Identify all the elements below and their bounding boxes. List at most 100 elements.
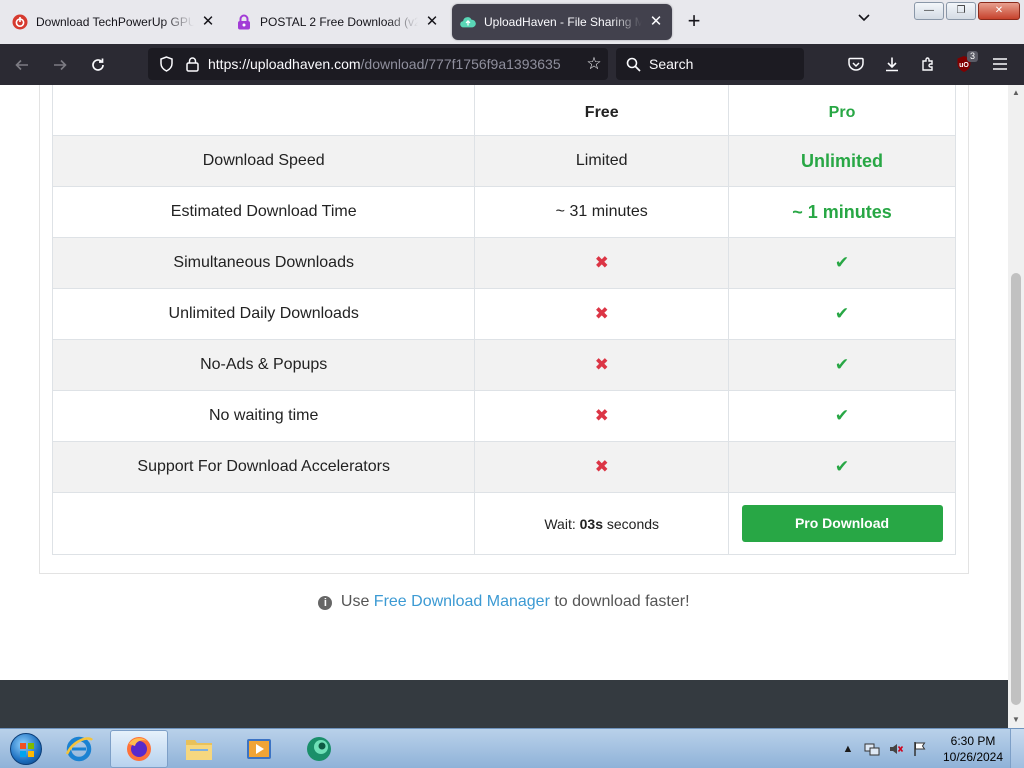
tab-gpuz[interactable]: Download TechPowerUp GPU-Z ✕ [4,4,224,40]
page-viewport: Free Pro Download Speed Limited Unlimite… [0,85,1008,728]
system-tray: ▲ 6:30 PM 10/26/2024 [836,729,1024,768]
feature-label: Simultaneous Downloads [51,237,476,289]
scroll-up-arrow-icon[interactable]: ▲ [1008,85,1024,101]
lock-icon[interactable] [182,54,202,74]
restore-button[interactable]: ❐ [946,2,976,20]
pro-cell: ✔ [728,237,956,289]
tab-strip: Download TechPowerUp GPU-Z ✕ POSTAL 2 Fr… [0,0,1024,44]
hint-suffix: to download faster! [554,593,690,610]
feature-label: Estimated Download Time [51,186,476,238]
tab-title: POSTAL 2 Free Download (v2.0) [260,15,418,29]
downloads-icon[interactable] [876,48,908,80]
cross-icon: ✖ [594,253,609,272]
close-window-button[interactable]: ✕ [978,2,1020,20]
free-column-header: Free [474,85,730,136]
feature-label: Download Speed [51,135,476,187]
feature-column-header [51,85,476,136]
shield-icon[interactable] [156,54,176,74]
search-placeholder: Search [649,56,694,72]
minimize-button[interactable]: — [914,2,944,20]
url-path: /download/777f1756f9a1393635 [360,56,561,72]
free-cell: ✖ [474,441,730,493]
url-text[interactable]: https://uploadhaven.com/download/777f175… [208,56,580,72]
tab-postal2[interactable]: POSTAL 2 Free Download (v2.0) ✕ [228,4,448,40]
volume-muted-icon[interactable] [887,740,905,758]
show-desktop-button[interactable] [1010,729,1024,768]
pocket-icon[interactable] [840,48,872,80]
free-value: Limited [474,135,730,187]
reload-icon [92,58,104,71]
reload-button[interactable] [82,49,114,81]
pro-download-cell: Pro Download [728,492,956,555]
taskbar-file-explorer[interactable] [170,730,228,768]
table-row: Estimated Download Time ~ 31 minutes ~ 1… [51,186,956,238]
pro-column-header: Pro [728,85,956,136]
taskbar-media-player[interactable] [230,730,288,768]
extensions-icon[interactable] [912,48,944,80]
free-download-manager-link[interactable]: Free Download Manager [374,593,550,610]
download-actions-row: Wait: 03s seconds Pro Download [51,492,956,555]
navigation-toolbar: https://uploadhaven.com/download/777f175… [0,44,1024,85]
pro-value: Unlimited [728,135,956,187]
arrow-right-icon [54,59,67,70]
checkmark-icon: ✔ [834,406,850,425]
arrow-left-icon [15,59,28,70]
free-value: ~ 31 minutes [474,186,730,238]
search-input[interactable]: Search [616,48,804,80]
empty-cell [51,492,476,555]
new-tab-button[interactable]: + [678,6,710,38]
url-bar[interactable]: https://uploadhaven.com/download/777f175… [148,48,608,80]
wait-timer: Wait: 03s seconds [474,492,730,555]
cross-icon: ✖ [594,406,609,425]
show-hidden-icons-icon[interactable]: ▲ [839,740,857,758]
close-icon[interactable]: ✕ [424,14,440,30]
table-row: Simultaneous Downloads ✖ ✔ [51,237,956,289]
scroll-thumb[interactable] [1011,273,1021,705]
taskbar-app[interactable] [290,730,348,768]
clock-date: 10/26/2024 [942,750,1004,764]
feature-label: No-Ads & Popups [51,339,476,391]
cross-icon: ✖ [594,355,609,374]
clock-time: 6:30 PM [950,734,996,748]
window-controls: — ❐ ✕ [914,2,1020,20]
cross-icon: ✖ [594,304,609,323]
url-host: https://uploadhaven.com [208,56,361,72]
pro-cell: ✔ [728,339,956,391]
table-row: No-Ads & Popups ✖ ✔ [51,339,956,391]
hamburger-menu-icon[interactable] [984,48,1016,80]
close-icon[interactable]: ✕ [648,14,664,30]
forward-button[interactable] [44,49,76,81]
wait-countdown: 03s [579,515,603,532]
table-row: No waiting time ✖ ✔ [51,390,956,442]
techpowerup-icon [12,14,28,30]
pro-download-button[interactable]: Pro Download [741,505,943,542]
bookmark-star-icon[interactable]: ☆ [580,54,608,74]
cross-icon: ✖ [594,457,609,476]
taskbar-internet-explorer[interactable] [50,730,108,768]
ublock-origin-icon[interactable]: uO 3 [948,48,980,80]
pro-cell: ✔ [728,288,956,340]
vertical-scrollbar[interactable]: ▲ ▼ [1008,85,1024,728]
tab-uploadhaven[interactable]: UploadHaven - File Sharing Made ✕ [452,4,672,40]
cloud-icon [460,14,476,30]
checkmark-icon: ✔ [834,457,850,476]
network-icon[interactable] [863,740,881,758]
table-row: Unlimited Daily Downloads ✖ ✔ [51,288,956,340]
lock-icon [236,14,252,30]
action-center-flag-icon[interactable] [911,740,929,758]
free-cell: ✖ [474,288,730,340]
toolbar-icons: uO 3 [840,48,1016,80]
free-cell: ✖ [474,237,730,289]
taskbar-clock[interactable]: 6:30 PM 10/26/2024 [936,733,1010,765]
green-swirl-app-icon [307,736,331,761]
taskbar-firefox[interactable] [110,729,168,768]
scroll-down-arrow-icon[interactable]: ▼ [1008,712,1024,728]
chevron-down-icon[interactable] [852,10,876,34]
back-button[interactable] [6,49,38,81]
extension-badge: 3 [966,51,978,62]
close-icon[interactable]: ✕ [200,14,216,30]
plan-comparison-table: Free Pro Download Speed Limited Unlimite… [51,85,956,555]
media-player-icon [247,738,271,759]
start-button[interactable] [4,730,48,768]
svg-text:uO: uO [959,62,969,69]
